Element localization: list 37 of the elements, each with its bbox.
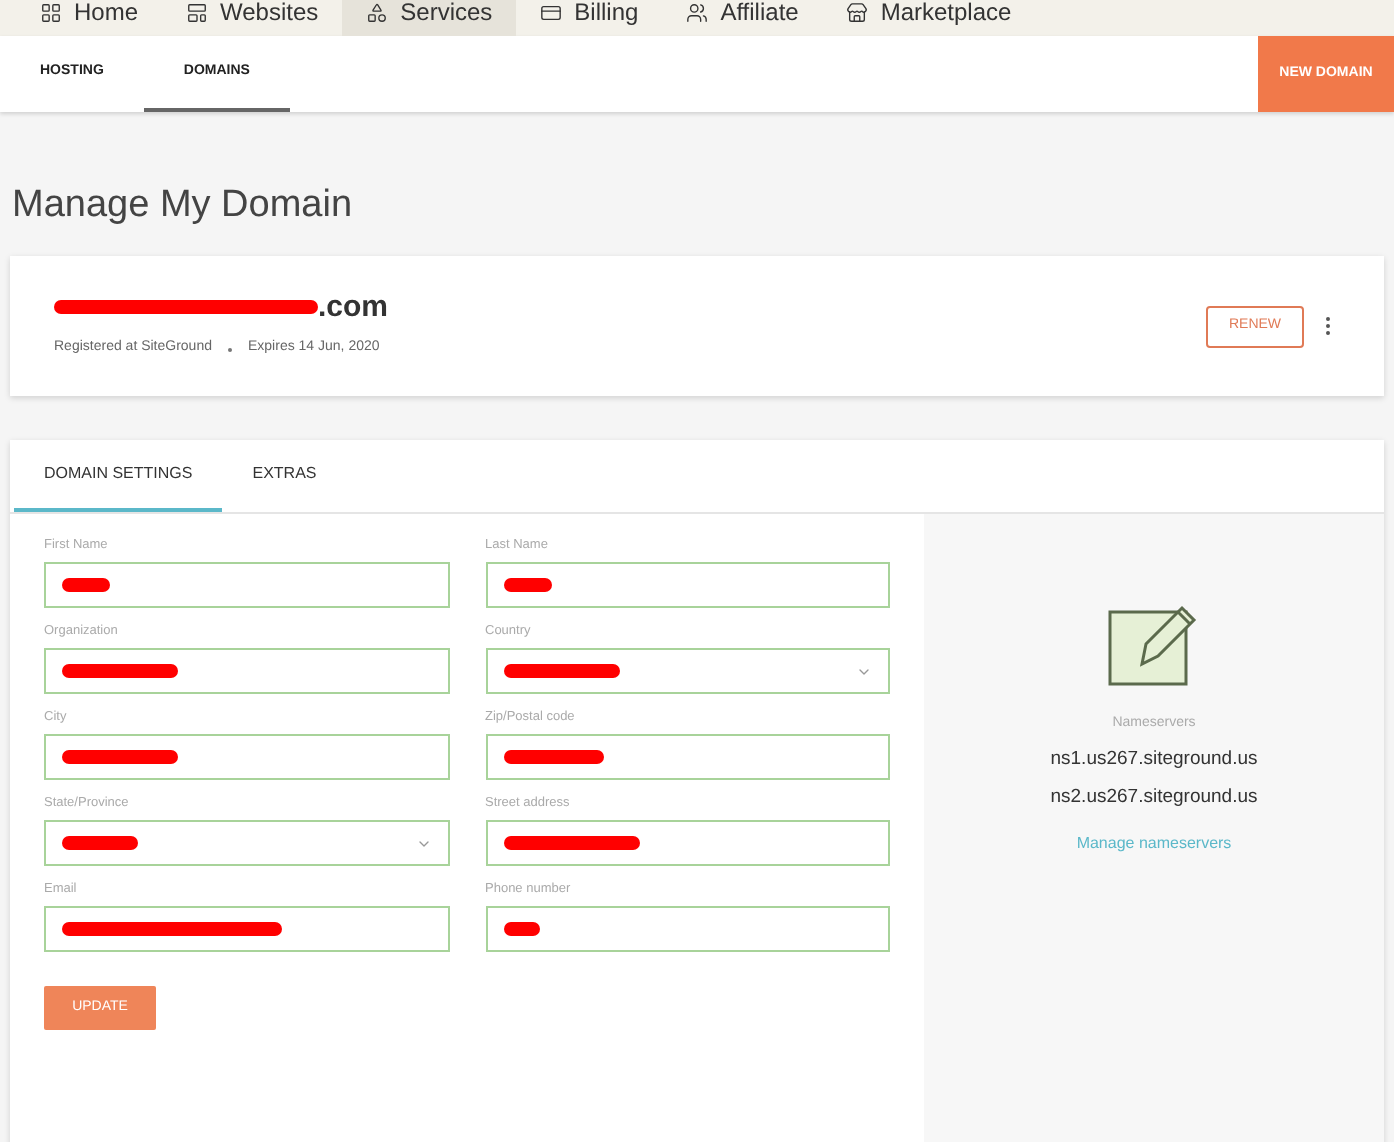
input-field[interactable] bbox=[485, 906, 890, 952]
domain-name: .com bbox=[318, 292, 389, 323]
redaction-mark bbox=[503, 664, 619, 678]
nav-icon bbox=[686, 1, 709, 23]
nav-item[interactable]: Affiliate bbox=[662, 0, 823, 36]
nav-item[interactable]: Billing bbox=[516, 0, 663, 36]
nav-icon bbox=[846, 1, 869, 23]
settings-tab[interactable]: DOMAIN SETTINGS bbox=[14, 440, 223, 512]
nav-item[interactable]: Home bbox=[16, 0, 163, 36]
select-field[interactable] bbox=[485, 648, 890, 694]
page-title: Manage My Domain bbox=[12, 186, 355, 224]
nav-item[interactable]: Services bbox=[342, 0, 517, 36]
nameserver-text: ns2.us267.siteground.us bbox=[1050, 783, 1258, 812]
nav-icon bbox=[366, 1, 389, 23]
select-field[interactable] bbox=[44, 820, 449, 866]
nav-item[interactable]: Marketplace bbox=[822, 0, 1036, 36]
input-field[interactable] bbox=[44, 648, 449, 694]
input-field[interactable] bbox=[44, 562, 449, 608]
redaction-mark bbox=[62, 750, 178, 764]
redaction-mark bbox=[503, 922, 539, 936]
settings-tab[interactable]: EXTRAS bbox=[222, 440, 347, 512]
redaction-mark bbox=[503, 578, 551, 592]
nav-item[interactable]: Websites bbox=[162, 0, 343, 36]
redaction-mark bbox=[62, 664, 178, 678]
input-field[interactable] bbox=[485, 734, 890, 780]
nav-icon bbox=[186, 1, 209, 23]
redaction-mark bbox=[503, 750, 603, 764]
nav-icon bbox=[40, 1, 62, 23]
input-field[interactable] bbox=[485, 562, 890, 608]
redaction-mark bbox=[62, 578, 110, 592]
redaction-mark bbox=[62, 836, 138, 850]
input-field[interactable] bbox=[485, 820, 890, 866]
redaction-mark bbox=[503, 836, 639, 850]
input-field[interactable] bbox=[44, 906, 449, 952]
input-field[interactable] bbox=[44, 734, 449, 780]
nameserver-text: ns1.us267.siteground.us bbox=[1050, 745, 1258, 773]
nav-icon bbox=[540, 1, 563, 23]
